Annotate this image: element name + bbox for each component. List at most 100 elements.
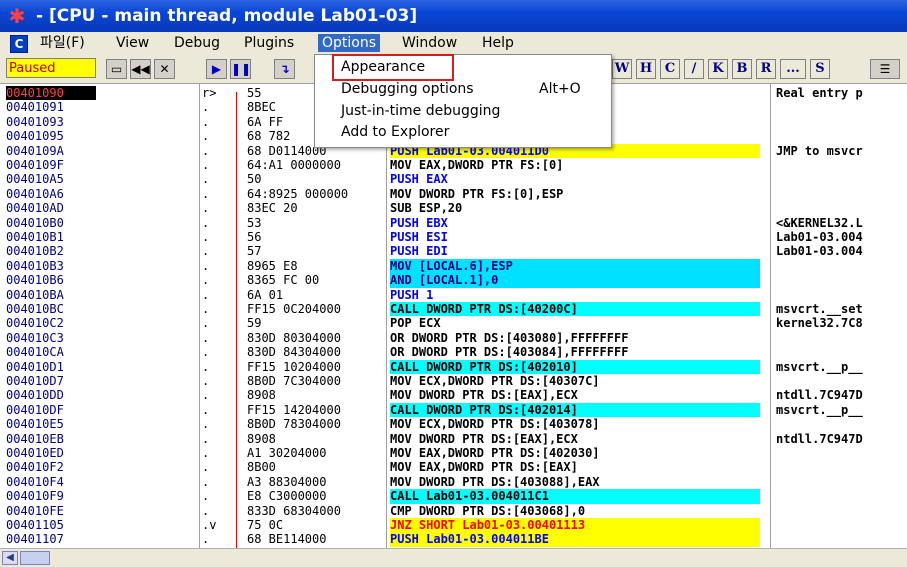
row-address: 004010B1 — [6, 230, 64, 244]
bug-icon: ✱ — [8, 4, 26, 28]
cpu-window-icon[interactable]: C — [10, 35, 28, 53]
row-address: 004010B6 — [6, 273, 64, 288]
row-disassembly: MOV ECX,DWORD PTR DS:[403078] — [390, 417, 600, 432]
row-address: 004010F2 — [6, 460, 64, 475]
row-hex: 6A 01 — [247, 287, 284, 302]
row-disassembly: CALL DWORD PTR DS:[402014] — [390, 402, 760, 418]
row-hex: FF15 14204000 — [247, 402, 341, 417]
menu-plugins[interactable]: Plugins — [240, 34, 298, 52]
row-address: 004010AD — [6, 201, 64, 216]
row-disassembly: MOV DWORD PTR FS:[0],ESP — [390, 186, 564, 201]
toolbar-w-button[interactable]: W — [612, 59, 632, 79]
row-address: 00401093 — [6, 114, 64, 129]
row-disassembly: MOV EAX,DWORD PTR FS:[0] — [390, 158, 564, 172]
rewind-icon[interactable]: ◀◀ — [130, 59, 151, 79]
row-hex: 8365 FC 00 — [247, 273, 320, 288]
row-hex: 53 — [247, 215, 262, 230]
row-disassembly: PUSH EDI — [390, 244, 448, 259]
row-disassembly: MOV DWORD PTR DS:[EAX],ECX — [390, 388, 578, 403]
row-gutter: . — [202, 114, 210, 129]
row-gutter: . — [202, 244, 210, 259]
row-disassembly: MOV EAX,DWORD PTR DS:[402030] — [390, 446, 600, 460]
row-address: 00401091 — [6, 100, 64, 115]
toolbar-slash-button[interactable]: / — [684, 59, 704, 79]
toolbar-r-button[interactable]: R — [756, 59, 776, 79]
row-comment: Lab01-03.004 — [776, 230, 863, 244]
toolbar-b-button[interactable]: B — [732, 59, 752, 79]
row-gutter: . — [202, 431, 210, 446]
menu-file[interactable]: 파일(F) — [36, 34, 89, 52]
close-icon[interactable]: ✕ — [154, 59, 175, 79]
toolbar-k-button[interactable]: K — [708, 59, 728, 79]
menu-options[interactable]: Options — [318, 34, 381, 52]
toolbar-s-button[interactable]: S — [810, 59, 830, 79]
menu-item-debugging-options[interactable]: Debugging options Alt+O — [315, 79, 611, 100]
row-comment: <&KERNEL32.L — [776, 215, 863, 230]
menu-window[interactable]: Window — [398, 34, 461, 52]
row-hex: 50 — [247, 172, 262, 187]
menu-item-label: Debugging options — [341, 81, 474, 97]
row-hex: 8908 — [247, 388, 276, 403]
toolbar-h-button[interactable]: H — [636, 59, 656, 79]
column-divider — [199, 84, 200, 548]
row-hex: 59 — [247, 316, 262, 331]
row-gutter: . — [202, 316, 210, 331]
row-gutter: . — [202, 158, 210, 172]
row-address: 004010DF — [6, 402, 64, 417]
step-into-icon[interactable]: ↴ — [274, 59, 295, 79]
row-disassembly: MOV EAX,DWORD PTR DS:[EAX] — [390, 460, 578, 475]
row-disassembly: POP ECX — [390, 316, 441, 331]
row-address: 004010C3 — [6, 330, 64, 345]
pause-icon[interactable]: ❚❚ — [230, 59, 251, 79]
row-gutter: .v — [202, 518, 217, 532]
row-gutter: . — [202, 100, 210, 115]
row-hex: A1 30204000 — [247, 446, 327, 460]
row-hex: 56 — [247, 230, 262, 244]
toolbar-c-button[interactable]: C — [660, 59, 680, 79]
row-gutter: . — [202, 186, 210, 201]
row-address: 004010A5 — [6, 172, 64, 187]
row-gutter: . — [202, 532, 210, 547]
menu-help[interactable]: Help — [478, 34, 518, 52]
row-address: 004010B2 — [6, 244, 64, 259]
row-gutter: r> — [202, 86, 217, 100]
menu-item-add-to-explorer[interactable]: Add to Explorer — [315, 122, 611, 143]
jump-arrow-line — [236, 92, 237, 548]
run-icon[interactable]: ▶ — [206, 59, 227, 79]
row-gutter: . — [202, 143, 210, 158]
scroll-left-arrow-icon[interactable]: ◀ — [2, 551, 18, 565]
row-gutter: . — [202, 273, 210, 288]
menu-item-jit-debugging[interactable]: Just-in-time debugging — [315, 101, 611, 122]
row-gutter: . — [202, 417, 210, 432]
row-disassembly: MOV [LOCAL.6],ESP — [390, 258, 760, 274]
row-hex: 830D 84304000 — [247, 345, 341, 360]
open-icon[interactable]: ▭ — [106, 59, 127, 79]
horizontal-scrollbar[interactable]: ◀ — [0, 548, 907, 567]
row-gutter: . — [202, 388, 210, 403]
row-gutter: . — [202, 446, 210, 460]
menu-view[interactable]: View — [112, 34, 153, 52]
window-title-bar[interactable]: ✱ - [CPU - main thread, module Lab01-03] — [0, 0, 907, 32]
row-disassembly: CALL DWORD PTR DS:[40200C] — [390, 302, 760, 317]
row-hex: 75 0C — [247, 518, 284, 532]
row-hex: 68 BE114000 — [247, 532, 327, 547]
row-disassembly: JNZ SHORT Lab01-03.00401113 — [390, 518, 760, 533]
row-comment: msvcrt.__set — [776, 302, 863, 316]
row-disassembly: PUSH ESI — [390, 230, 448, 244]
row-disassembly: AND [LOCAL.1],0 — [390, 273, 760, 288]
row-address: 004010F4 — [6, 474, 64, 489]
toolbar-ellipsis-button[interactable]: ... — [780, 59, 806, 79]
list-icon[interactable]: ☰ — [870, 59, 900, 79]
row-hex: 8B00 — [247, 460, 276, 475]
row-hex: 830D 80304000 — [247, 330, 341, 345]
menu-debug[interactable]: Debug — [170, 34, 224, 52]
row-hex: A3 88304000 — [247, 474, 327, 489]
row-comment: ntdll.7C947D — [776, 388, 863, 403]
row-hex: 57 — [247, 244, 262, 259]
row-gutter: . — [202, 258, 210, 273]
row-disassembly: MOV DWORD PTR DS:[403088],EAX — [390, 474, 600, 489]
row-disassembly: MOV ECX,DWORD PTR DS:[40307C] — [390, 374, 600, 388]
row-address: 004010D7 — [6, 374, 64, 388]
row-address: 004010B0 — [6, 215, 64, 230]
scroll-thumb[interactable] — [20, 551, 50, 565]
